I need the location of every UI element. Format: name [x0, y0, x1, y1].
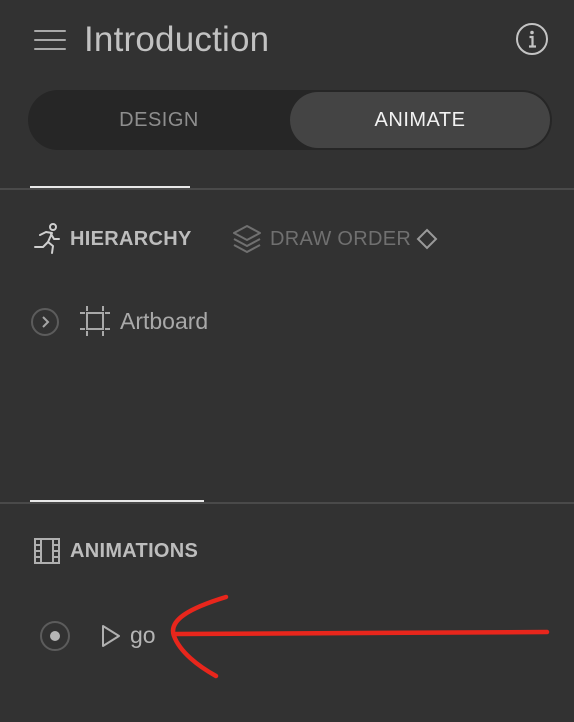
tab-hierarchy[interactable]: HIERARCHY — [70, 227, 192, 251]
artboard-label[interactable]: Artboard — [120, 307, 208, 335]
page-title: Introduction — [84, 20, 270, 59]
hamburger-menu-icon[interactable] — [32, 26, 68, 54]
tab-draw-order[interactable]: DRAW ORDER — [270, 227, 411, 251]
design-mode-button[interactable]: DESIGN — [28, 90, 290, 150]
radio-selected-icon[interactable] — [38, 619, 72, 653]
play-icon[interactable] — [98, 623, 124, 649]
layers-icon — [231, 222, 263, 256]
diamond-icon — [416, 228, 438, 250]
section-divider — [0, 502, 574, 504]
chevron-right-icon[interactable] — [30, 307, 60, 337]
section-divider — [0, 188, 574, 190]
artboard-icon — [78, 304, 112, 338]
animation-item-label[interactable]: go — [130, 621, 156, 649]
running-figure-icon — [32, 222, 64, 256]
film-strip-icon — [32, 536, 62, 566]
animate-mode-button[interactable]: ANIMATE — [290, 92, 550, 148]
animations-title: ANIMATIONS — [70, 540, 199, 562]
info-icon[interactable] — [515, 22, 549, 56]
annotation-arrow — [170, 594, 550, 679]
